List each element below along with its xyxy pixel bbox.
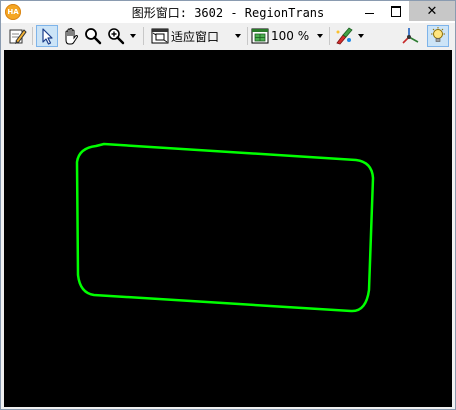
pan-tool-button[interactable] xyxy=(60,25,82,47)
zoom-percent-dropdown[interactable] xyxy=(314,25,326,47)
paint-brush-icon xyxy=(336,27,353,45)
minimize-icon xyxy=(364,12,374,14)
maximize-icon xyxy=(391,5,401,17)
lighting-button[interactable] xyxy=(427,25,449,47)
zoom-mode-dropdown[interactable] xyxy=(232,25,244,47)
lightbulb-icon xyxy=(431,27,445,42)
close-button[interactable]: ✕ xyxy=(409,1,455,21)
magnifier-icon xyxy=(85,28,102,45)
chevron-down-icon xyxy=(235,34,241,38)
region-display xyxy=(75,142,375,313)
zoom-percent-button[interactable] xyxy=(250,25,270,47)
fit-window-icon xyxy=(151,28,169,44)
toolbar-separator xyxy=(329,27,330,45)
paint-settings-dropdown[interactable] xyxy=(355,25,367,47)
zoom-in-button[interactable] xyxy=(105,25,127,47)
magnify-tool-button[interactable] xyxy=(83,25,103,47)
zoom-mode-select[interactable]: 适应窗口 xyxy=(171,25,225,47)
toolbar-separator xyxy=(247,27,248,45)
zoom-mode-label: 适应窗口 xyxy=(171,29,220,44)
chevron-down-icon xyxy=(130,34,136,38)
coordinate-axes-button[interactable] xyxy=(399,25,421,47)
pencil-edit-icon xyxy=(9,29,27,44)
paint-settings-button[interactable] xyxy=(333,25,355,47)
zoom-in-dropdown[interactable] xyxy=(127,25,139,47)
edit-button[interactable] xyxy=(7,25,29,47)
zoom-percent-select[interactable]: 100 % xyxy=(271,25,311,47)
chevron-down-icon xyxy=(358,34,364,38)
title-bar[interactable]: HA 图形窗口: 3602 - RegionTrans ✕ xyxy=(1,1,455,23)
arrow-pointer-icon xyxy=(42,28,53,45)
toolbar: 适应窗口 100 % xyxy=(1,23,455,49)
chevron-down-icon xyxy=(317,34,323,38)
toolbar-separator xyxy=(32,27,33,45)
coordinate-axes-icon xyxy=(402,28,419,44)
graphics-window: HA 图形窗口: 3602 - RegionTrans ✕ 适应窗口 100 % xyxy=(0,0,456,410)
maximize-button[interactable] xyxy=(383,1,409,21)
zoom-in-icon xyxy=(108,28,125,45)
region-outline xyxy=(75,142,375,313)
zoom-percent-label: 100 % xyxy=(271,29,310,43)
toolbar-separator xyxy=(143,27,144,45)
hand-pan-icon xyxy=(65,27,78,45)
zoom-percent-icon xyxy=(251,28,269,44)
fit-window-button[interactable] xyxy=(149,25,171,47)
close-icon: ✕ xyxy=(426,3,438,19)
select-tool-button[interactable] xyxy=(36,25,58,47)
minimize-button[interactable] xyxy=(356,1,382,21)
image-canvas[interactable] xyxy=(4,50,452,407)
